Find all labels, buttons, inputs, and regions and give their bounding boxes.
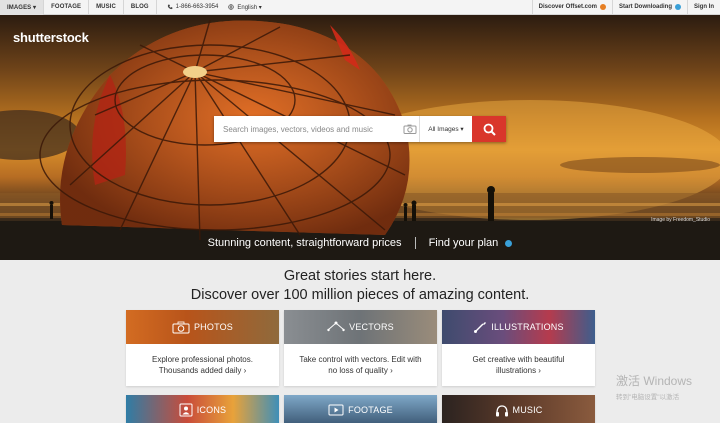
vectors-card-description: Take control with vectors. Edit with no … [299,355,422,375]
find-plan-link[interactable]: Find your plan [429,237,499,249]
start-downloading-link[interactable]: Start Downloading [612,0,687,15]
play-icon [328,404,344,416]
camera-icon [172,321,190,333]
search-bar: Search images, vectors, videos and music… [214,116,506,142]
nav-images[interactable]: IMAGES ▾ [0,0,45,15]
headline-secondary: Discover over 100 million pieces of amaz… [190,287,530,303]
illustrations-card-description: Get creative with beautiful illustration… [472,355,565,375]
globe-icon [228,4,235,10]
category-card-illustrations[interactable]: ILLUSTRATIONS Get creative with beautifu… [442,310,595,386]
camera-icon [403,124,416,134]
category-card-footage[interactable]: FOOTAGE [284,395,437,423]
category-card-icons[interactable]: ICONS [126,395,279,423]
icons-card-title: ICONS [196,405,227,415]
icons-card-image: ICONS [126,395,279,423]
hero-banner: shutterstock Search images, vectors, vid… [0,15,720,260]
photos-card-image: PHOTOS [126,310,279,344]
vectors-card-title: VECTORS [349,322,394,332]
person-icon [179,403,193,417]
category-card-music[interactable]: MUSIC [442,395,595,423]
category-card-vectors[interactable]: VECTORS Take control with vectors. Edit … [284,310,437,386]
search-icon [483,123,496,136]
music-card-image: MUSIC [442,395,595,423]
windows-activation-watermark: 激活 Windows [616,374,693,388]
category-card-photos[interactable]: PHOTOS Explore professional photos. Thou… [126,310,279,386]
music-card-title: MUSIC [512,405,543,415]
illustrations-card-image: ILLUSTRATIONS [442,310,595,344]
illustrations-card-title: ILLUSTRATIONS [491,322,564,332]
start-downloading-label: Start Downloading [619,4,672,10]
photos-card-description: Explore professional photos. Thousands a… [152,355,253,375]
top-nav: IMAGES ▾ FOOTAGE MUSIC BLOG [0,0,157,15]
nav-music[interactable]: MUSIC [89,0,124,15]
headphones-icon [495,404,508,416]
top-bar: IMAGES ▾ FOOTAGE MUSIC BLOG 1-866-663-39… [0,0,720,15]
tagline-divider [414,237,416,250]
search-input[interactable]: Search images, vectors, videos and music [214,116,400,142]
hero-tagline: Stunning content, straightforward prices… [0,237,720,250]
pen-tool-icon [327,321,345,332]
phone-icon [167,4,173,10]
sign-in-link[interactable]: Sign In [687,0,720,15]
download-arrow-icon [675,4,681,10]
contact-info: 1-866-663-3954 English ▾ [167,4,262,11]
search-button[interactable] [472,116,506,142]
windows-activation-hint: 转到"电脑设置"以激活 [616,394,680,401]
footage-card-title: FOOTAGE [348,405,393,415]
reverse-image-search-button[interactable] [400,116,420,142]
discover-offset-link[interactable]: Discover Offset.com [531,0,612,15]
footage-card-image: FOOTAGE [284,395,437,423]
photos-card-title: PHOTOS [193,322,234,332]
headline-primary: Great stories start here. [283,268,437,284]
offset-arrow-icon [600,4,606,10]
language-selector[interactable]: English ▾ [228,4,262,11]
image-credit: Image by Freedom_Studio [651,217,710,223]
nav-footage[interactable]: FOOTAGE [44,0,90,15]
nav-blog[interactable]: BLOG [124,0,157,15]
discover-offset-label: Discover Offset.com [538,4,597,10]
phone-number[interactable]: 1-866-663-3954 [176,4,219,10]
tagline-text: Stunning content, straightforward prices [207,237,402,249]
language-label: English ▾ [237,4,262,11]
top-right-links: Discover Offset.com Start Downloading Si… [531,0,720,15]
brush-icon [474,322,487,333]
search-scope-dropdown[interactable]: All Images ▾ [420,116,472,142]
arrow-circle-icon[interactable] [505,239,513,247]
vectors-card-image: VECTORS [284,310,437,344]
shutterstock-logo[interactable]: shutterstock [13,30,89,45]
